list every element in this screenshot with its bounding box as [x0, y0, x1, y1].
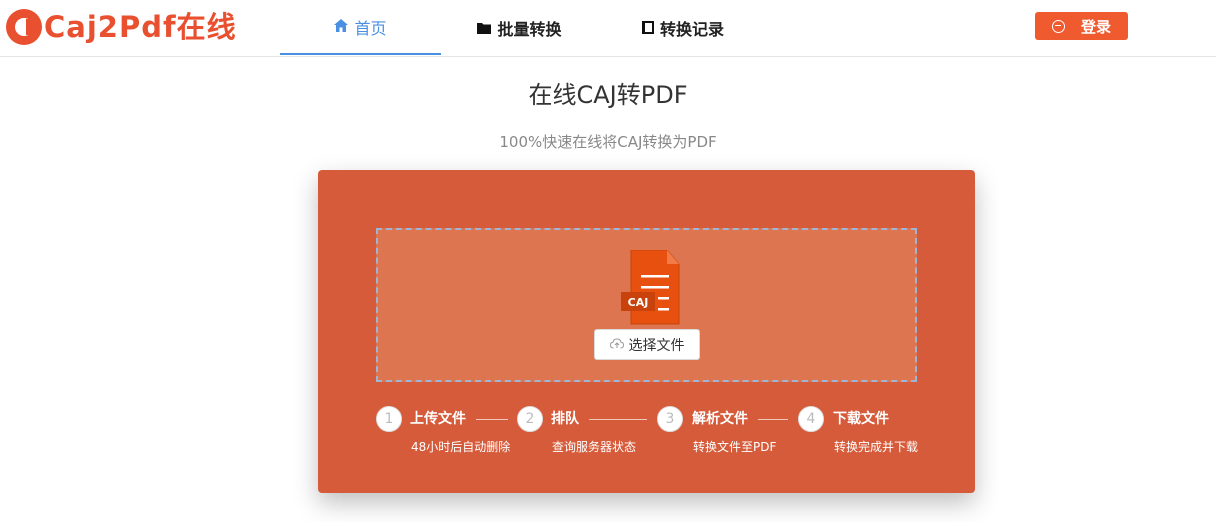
site-logo[interactable]: Caj2Pdf在线: [6, 8, 237, 46]
step-3-desc: 转换文件至PDF: [693, 440, 777, 454]
nav-item-home[interactable]: 首页: [280, 0, 441, 55]
step-4-desc: 转换完成并下载: [834, 440, 919, 454]
file-badge-text: CAJ: [628, 296, 649, 309]
choose-file-button[interactable]: 选择文件: [594, 329, 700, 360]
book-icon: [641, 19, 654, 38]
folder-icon: [477, 19, 492, 38]
nav-item-history[interactable]: 转换记录: [598, 0, 768, 56]
step-3-number: 3: [657, 406, 683, 432]
page-subtitle: 100%快速在线将CAJ转换为PDF: [499, 133, 717, 151]
step-1-title: 上传文件: [410, 411, 466, 427]
step-1-number: 1: [376, 406, 402, 432]
step-connector: [758, 419, 788, 420]
step-2-desc: 查询服务器状态: [552, 440, 637, 454]
home-icon: [334, 17, 349, 36]
nav-item-batch-convert[interactable]: 批量转换: [441, 0, 598, 56]
converter-panel: CAJ 选择文件 1 上传文件 48小时后自动删除 2 排队 查询服务器状态 3…: [318, 170, 975, 493]
nav-label-home: 首页: [354, 18, 387, 38]
main-nav: 首页 批量转换 转换记录: [280, 0, 768, 56]
login-icon: [1051, 19, 1065, 33]
nav-label-history: 转换记录: [659, 20, 724, 39]
logo-mark-icon: [6, 9, 42, 45]
step-connector: [589, 419, 647, 420]
nav-label-batch-convert: 批量转换: [497, 20, 562, 39]
step-4-title: 下载文件: [833, 411, 889, 427]
login-label: 登录: [1080, 17, 1111, 36]
logo-text: Caj2Pdf在线: [44, 10, 237, 44]
page-title: 在线CAJ转PDF: [528, 81, 688, 109]
top-header: Caj2Pdf在线 首页 批量转换 转换记录 登录: [0, 0, 1216, 57]
caj-file-icon: CAJ: [621, 249, 685, 326]
step-4-number: 4: [798, 406, 824, 432]
choose-file-label: 选择文件: [628, 337, 685, 354]
step-connector: [476, 419, 508, 420]
cloud-upload-icon: [609, 337, 624, 353]
step-1-desc: 48小时后自动删除: [411, 440, 511, 454]
upload-dropzone[interactable]: CAJ 选择文件: [376, 228, 917, 382]
step-2-title: 排队: [551, 411, 579, 427]
step-2-number: 2: [517, 406, 543, 432]
step-3-title: 解析文件: [692, 411, 748, 427]
login-button[interactable]: 登录: [1035, 12, 1128, 40]
